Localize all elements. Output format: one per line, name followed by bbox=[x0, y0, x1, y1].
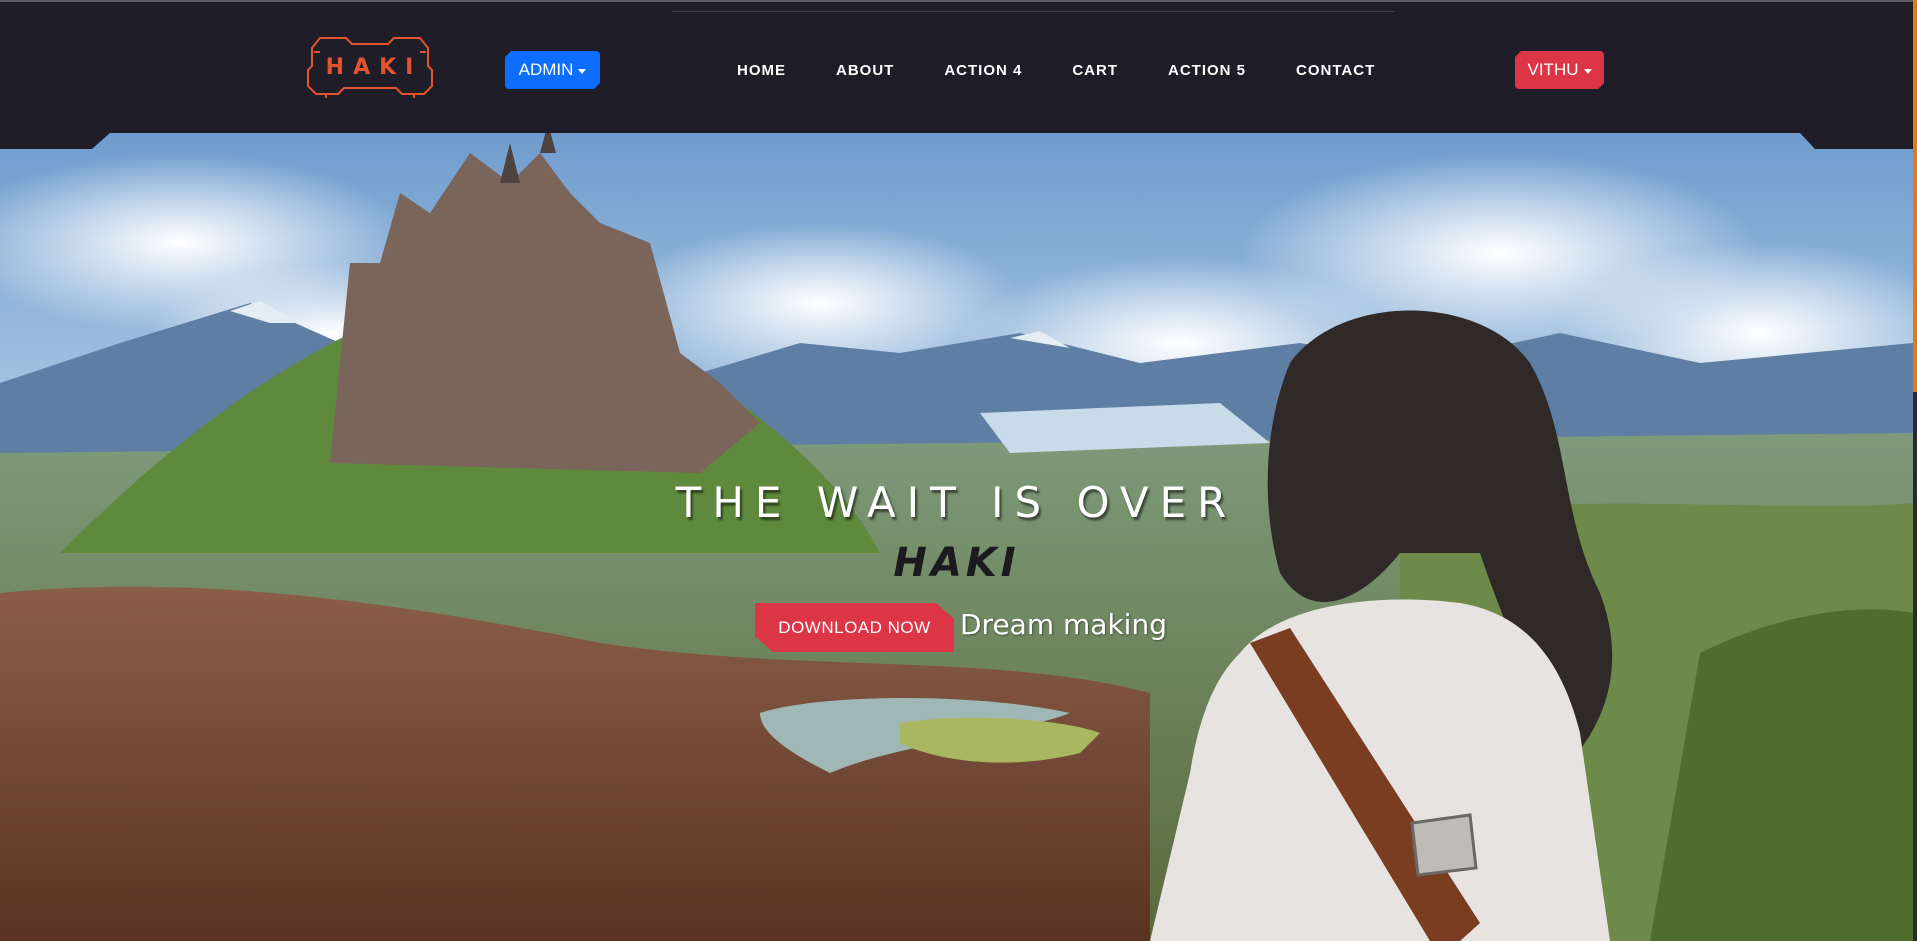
hero-banner: THE WAIT IS OVER HAKI DOWNLOAD NOW Dream… bbox=[0, 133, 1913, 941]
header-divider bbox=[672, 11, 1394, 12]
user-label: VITHU bbox=[1527, 60, 1579, 79]
hero-subtext: Dream making bbox=[960, 608, 1167, 641]
hero-tagline: THE WAIT IS OVER bbox=[675, 478, 1238, 527]
nav-home[interactable]: HOME bbox=[712, 62, 811, 79]
page-scrollbar[interactable] bbox=[1913, 0, 1917, 941]
nav-action-4[interactable]: ACTION 4 bbox=[919, 62, 1047, 79]
caret-down-icon bbox=[1584, 69, 1592, 74]
admin-dropdown-button[interactable]: ADMIN bbox=[505, 51, 600, 89]
nav-cart[interactable]: CART bbox=[1047, 62, 1143, 79]
caret-down-icon bbox=[578, 69, 586, 74]
logo-text: HAKI bbox=[325, 54, 423, 80]
site-logo[interactable]: HAKI bbox=[306, 34, 434, 100]
scrollbar-thumb[interactable] bbox=[1913, 0, 1917, 392]
site-header: HAKI ADMIN HOME ABOUT ACTION 4 CART ACTI… bbox=[0, 2, 1917, 133]
user-dropdown-button[interactable]: VITHU bbox=[1515, 51, 1604, 89]
admin-label: ADMIN bbox=[518, 60, 574, 79]
download-now-button[interactable]: DOWNLOAD NOW bbox=[755, 603, 954, 652]
nav-action-5[interactable]: ACTION 5 bbox=[1143, 62, 1271, 79]
hero-top-notch bbox=[0, 133, 1913, 149]
main-nav: HOME ABOUT ACTION 4 CART ACTION 5 CONTAC… bbox=[712, 50, 1400, 90]
hero-background-image bbox=[0, 133, 1913, 941]
hero-brand-word: HAKI bbox=[893, 540, 1020, 586]
nav-about[interactable]: ABOUT bbox=[811, 62, 919, 79]
nav-contact[interactable]: CONTACT bbox=[1271, 62, 1400, 79]
